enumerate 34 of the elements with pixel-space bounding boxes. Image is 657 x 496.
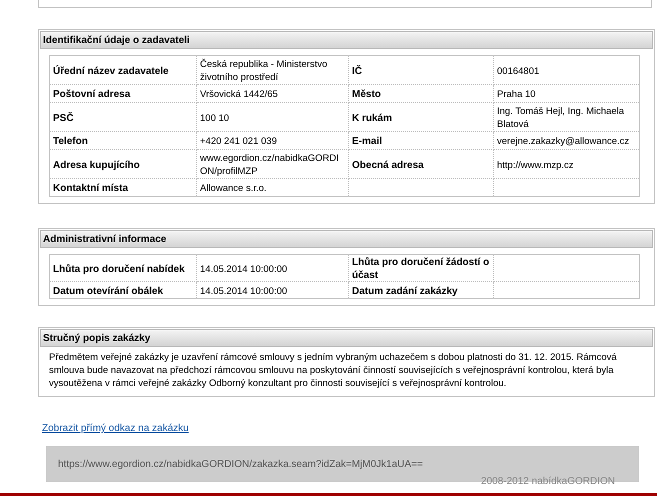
- field-label: Kontaktní místa: [53, 183, 128, 194]
- description-text: Předmětem veřejné zakázky je uzavření rámcové smlouvy s jedním vybraným uchazečem s dobou platnosti do 31. 12. 2015. Rámcová smlouva bude navazovat na předchozí rámcovou smlouvu na poskytování činností souvisejících s veřejnosprávní kontrolou, která byla vysoutěžena v rámci veřejné zakázky Odborný konzultant pro činnosti související s veřejnosprávní kontrolou.: [49, 351, 618, 390]
- field-value: www.egordion.cz/nabidkaGORDION/profilMZP: [200, 153, 339, 177]
- field-label: IČ: [352, 66, 362, 76]
- field-value: Vršovická 1442/65: [200, 89, 278, 100]
- field-label: PSČ: [53, 112, 74, 124]
- section-header: Stručný popis zakázky: [40, 329, 653, 347]
- field-value: Allowance s.r.o.: [200, 183, 267, 194]
- field-label: Lhůta pro doručení nabídek: [53, 264, 185, 274]
- field-label: E-mail: [352, 136, 382, 147]
- field-label: Lhůta pro doručení žádostí o účast: [352, 257, 490, 281]
- section-header: Administrativní informace: [40, 230, 653, 248]
- field-value: 00164801: [497, 66, 540, 76]
- field-value: 100 10: [200, 112, 230, 124]
- field-label: Telefon: [53, 136, 88, 147]
- section-header: Identifikační údaje o zadavateli: [40, 31, 653, 49]
- direct-link[interactable]: Zobrazit přímý odkaz na zakázku: [42, 423, 189, 434]
- field-label: Adresa kupujícího: [53, 160, 140, 170]
- footer-text: 2008-2012 nabídkaGORDION: [481, 476, 615, 487]
- field-label: Datum otevírání obálek: [53, 286, 164, 296]
- field-label: K rukám: [352, 112, 392, 124]
- field-label: Poštovní adresa: [53, 89, 130, 100]
- field-value: Ing. Tomáš Hejl, Ing. Michaela Blatová: [497, 106, 624, 130]
- field-label: Město: [352, 89, 381, 100]
- field-value: 14.05.2014 10:00:00: [200, 264, 288, 274]
- field-value: +420 241 021 039: [200, 136, 277, 147]
- field-value: Česká republika - Ministerstvo životního prostředí: [200, 59, 328, 83]
- field-value: verejne.zakazky@allowance.cz: [497, 136, 630, 147]
- field-value: 14.05.2014 10:00:00: [200, 286, 288, 296]
- field-label: Obecná adresa: [352, 160, 424, 170]
- field-value: Praha 10: [497, 89, 536, 100]
- field-label: Úřední název zadavatele: [53, 66, 169, 76]
- field-value: http://www.mzp.cz: [497, 160, 574, 170]
- field-label: Datum zadání zakázky: [352, 286, 458, 296]
